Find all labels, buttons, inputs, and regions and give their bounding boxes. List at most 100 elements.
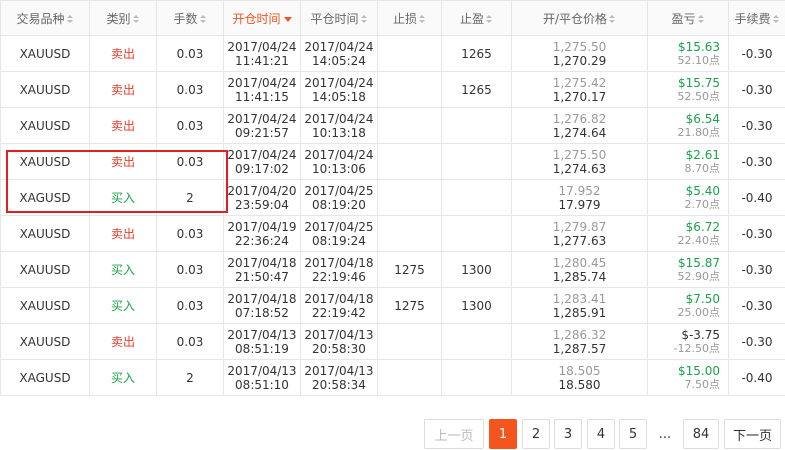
sort-icon bbox=[360, 14, 368, 24]
stop-loss-cell bbox=[377, 107, 442, 144]
sort-icon bbox=[697, 14, 705, 24]
next-page-button[interactable]: 下一页 bbox=[724, 419, 781, 449]
price-cell: 1,276.82 1,274.64 bbox=[511, 107, 648, 144]
lots-cell: 2 bbox=[156, 179, 224, 216]
type-cell: 买入 bbox=[89, 359, 157, 396]
type-cell: 卖出 bbox=[89, 143, 157, 180]
symbol-cell: XAUUSD bbox=[0, 35, 90, 72]
stop-loss-cell bbox=[377, 323, 442, 360]
col-header-lots[interactable]: 手数 bbox=[156, 0, 224, 36]
pnl-cell: $15.87 52.90点 bbox=[647, 251, 729, 288]
pnl-cell: $6.72 22.40点 bbox=[647, 215, 729, 252]
col-header-symbol[interactable]: 交易品种 bbox=[0, 0, 90, 36]
header-row: 交易品种 类别 手数 开仓时间 平仓时间 止损 止盈 开/平仓价格 盈亏 手续费 bbox=[0, 0, 785, 36]
sort-icon bbox=[772, 14, 780, 24]
pnl-cell: $15.00 7.50点 bbox=[647, 359, 729, 396]
take-profit-cell: 1300 bbox=[441, 287, 512, 324]
price-cell: 17.952 17.979 bbox=[511, 179, 648, 216]
type-cell: 买入 bbox=[89, 287, 157, 324]
sort-icon bbox=[609, 14, 616, 24]
page-button-last[interactable]: 84 bbox=[683, 419, 719, 449]
col-header-close-time[interactable]: 平仓时间 bbox=[300, 0, 378, 36]
pnl-cell: $6.54 21.80点 bbox=[647, 107, 729, 144]
table-row: XAUUSD 卖出 0.03 2017/04/24 11:41:15 2017/04/24… bbox=[0, 71, 785, 108]
symbol-cell: XAGUSD bbox=[0, 179, 90, 216]
sort-desc-icon bbox=[283, 16, 292, 22]
price-cell: 1,275.50 1,270.29 bbox=[511, 35, 648, 72]
lots-cell: 0.03 bbox=[156, 323, 224, 360]
page-button-3[interactable]: 3 bbox=[554, 419, 582, 449]
type-cell: 买入 bbox=[89, 179, 157, 216]
lots-cell: 0.03 bbox=[156, 287, 224, 324]
price-cell: 1,275.42 1,270.17 bbox=[511, 71, 648, 108]
col-header-price[interactable]: 开/平仓价格 bbox=[511, 0, 648, 36]
page-button-4[interactable]: 4 bbox=[587, 419, 615, 449]
close-time-cell: 2017/04/18 22:19:46 bbox=[300, 251, 378, 288]
col-header-fee[interactable]: 手续费 bbox=[728, 0, 785, 36]
fee-cell: -0.30 bbox=[728, 107, 785, 144]
type-cell: 卖出 bbox=[89, 215, 157, 252]
page-button-5[interactable]: 5 bbox=[619, 419, 647, 449]
close-time-cell: 2017/04/13 20:58:34 bbox=[300, 359, 378, 396]
take-profit-cell bbox=[441, 323, 512, 360]
take-profit-cell bbox=[441, 107, 512, 144]
close-time-cell: 2017/04/13 20:58:30 bbox=[300, 323, 378, 360]
price-cell: 1,283.41 1,285.91 bbox=[511, 287, 648, 324]
col-header-pnl[interactable]: 盈亏 bbox=[647, 0, 729, 36]
lots-cell: 2 bbox=[156, 359, 224, 396]
fee-cell: -0.30 bbox=[728, 71, 785, 108]
symbol-cell: XAUUSD bbox=[0, 107, 90, 144]
prev-page-button[interactable]: 上一页 bbox=[424, 419, 484, 449]
col-header-stop-loss[interactable]: 止损 bbox=[377, 0, 442, 36]
lots-cell: 0.03 bbox=[156, 215, 224, 252]
pnl-cell: $15.75 52.50点 bbox=[647, 71, 729, 108]
table-row: XAUUSD 卖出 0.03 2017/04/19 22:36:24 2017/04/25… bbox=[0, 215, 785, 252]
open-time-cell: 2017/04/24 11:41:21 bbox=[223, 35, 301, 72]
col-header-take-profit[interactable]: 止盈 bbox=[441, 0, 512, 36]
trade-history-table: 交易品种 类别 手数 开仓时间 平仓时间 止损 止盈 开/平仓价格 盈亏 手续费… bbox=[0, 0, 785, 396]
stop-loss-cell bbox=[377, 71, 442, 108]
stop-loss-cell bbox=[377, 179, 442, 216]
sort-icon bbox=[419, 14, 426, 24]
stop-loss-cell: 1275 bbox=[377, 287, 442, 324]
fee-cell: -0.30 bbox=[728, 287, 785, 324]
page-button-1[interactable]: 1 bbox=[489, 419, 517, 449]
symbol-cell: XAUUSD bbox=[0, 143, 90, 180]
open-time-cell: 2017/04/24 11:41:15 bbox=[223, 71, 301, 108]
pnl-cell: $7.50 25.00点 bbox=[647, 287, 729, 324]
col-header-open-time[interactable]: 开仓时间 bbox=[223, 0, 301, 36]
open-time-cell: 2017/04/13 08:51:19 bbox=[223, 323, 301, 360]
table-row: XAGUSD 买入 2 2017/04/13 08:51:10 2017/04/13 20:… bbox=[0, 359, 785, 396]
price-cell: 1,279.87 1,277.63 bbox=[511, 215, 648, 252]
type-cell: 卖出 bbox=[89, 35, 157, 72]
take-profit-cell bbox=[441, 359, 512, 396]
open-time-cell: 2017/04/20 23:59:04 bbox=[223, 179, 301, 216]
page-button-2[interactable]: 2 bbox=[522, 419, 550, 449]
table-row: XAUUSD 卖出 0.03 2017/04/13 08:51:19 2017/04/13… bbox=[0, 323, 785, 360]
open-time-cell: 2017/04/19 22:36:24 bbox=[223, 215, 301, 252]
pnl-cell: $5.40 2.70点 bbox=[647, 179, 729, 216]
fee-cell: -0.30 bbox=[728, 323, 785, 360]
fee-cell: -0.30 bbox=[728, 143, 785, 180]
price-cell: 1,286.32 1,287.57 bbox=[511, 323, 648, 360]
stop-loss-cell bbox=[377, 35, 442, 72]
lots-cell: 0.03 bbox=[156, 251, 224, 288]
lots-cell: 0.03 bbox=[156, 107, 224, 144]
open-time-cell: 2017/04/18 07:18:52 bbox=[223, 287, 301, 324]
pnl-cell: $-3.75 -12.50点 bbox=[647, 323, 729, 360]
col-header-type[interactable]: 类别 bbox=[89, 0, 157, 36]
pnl-cell: $15.63 52.10点 bbox=[647, 35, 729, 72]
symbol-cell: XAUUSD bbox=[0, 251, 90, 288]
type-cell: 卖出 bbox=[89, 323, 157, 360]
type-cell: 卖出 bbox=[89, 71, 157, 108]
stop-loss-cell bbox=[377, 143, 442, 180]
fee-cell: -0.30 bbox=[728, 215, 785, 252]
type-cell: 买入 bbox=[89, 251, 157, 288]
symbol-cell: XAGUSD bbox=[0, 359, 90, 396]
table-row: XAGUSD 买入 2 2017/04/20 23:59:04 2017/04/25 08:… bbox=[0, 179, 785, 216]
open-time-cell: 2017/04/13 08:51:10 bbox=[223, 359, 301, 396]
close-time-cell: 2017/04/24 14:05:18 bbox=[300, 71, 378, 108]
close-time-cell: 2017/04/24 14:05:24 bbox=[300, 35, 378, 72]
sort-icon bbox=[66, 14, 74, 24]
take-profit-cell: 1300 bbox=[441, 251, 512, 288]
